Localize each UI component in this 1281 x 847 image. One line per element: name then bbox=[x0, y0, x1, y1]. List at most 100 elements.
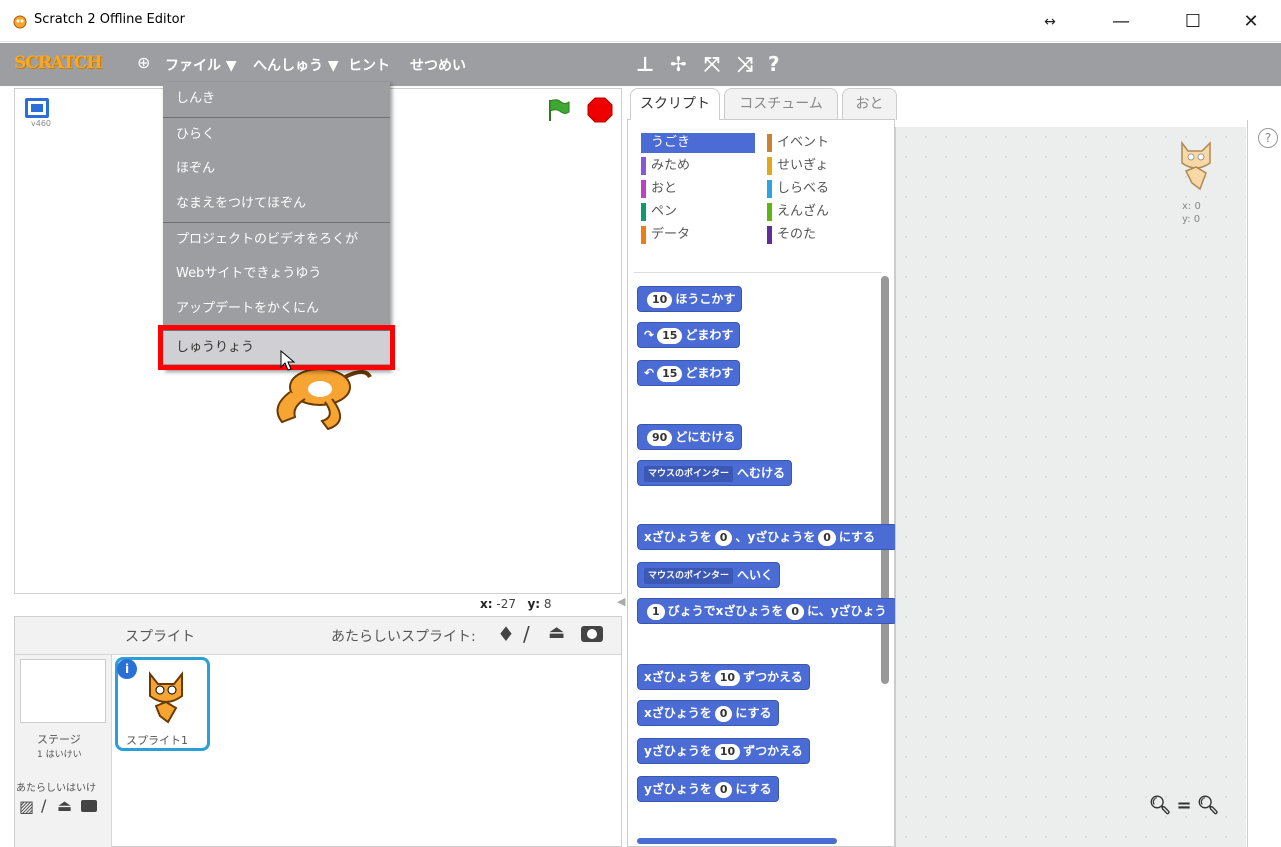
sprite-name: スプライト1 bbox=[126, 734, 188, 747]
menu-file[interactable]: ファイル ▼ bbox=[165, 55, 237, 75]
minimize-button[interactable]: — bbox=[1103, 8, 1139, 36]
help-sidebar: ? bbox=[1247, 120, 1281, 847]
zoom-out-button[interactable]: 🔍︎ bbox=[1148, 795, 1172, 817]
file-menu-item-4[interactable]: プロジェクトのビデオをろくが bbox=[163, 222, 390, 256]
stage-coordinates: x: -27 y: 8 bbox=[480, 597, 552, 611]
close-button[interactable]: ✕ bbox=[1233, 8, 1269, 36]
shrink-icon[interactable]: ⤨ bbox=[737, 52, 753, 76]
block-goto-xy[interactable]: xざひょうを 0 、yざひょうを 0 にする bbox=[637, 524, 897, 550]
sprite-y-readout: y: 0 bbox=[1182, 214, 1201, 225]
category-2[interactable]: みため bbox=[641, 156, 755, 176]
scripts-area[interactable]: x: 0 y: 0 🔍︎ = 🔍︎ bbox=[895, 127, 1246, 847]
category-label: えんざん bbox=[777, 204, 830, 219]
mouse-cursor-icon bbox=[280, 350, 296, 371]
menu-bar: SCRATCH ⊕ ファイル ▼ へんしゅう ▼ ヒント せつめい ⊥ ✢ ⤧ … bbox=[0, 43, 1281, 86]
block-partial[interactable] bbox=[637, 838, 837, 844]
coord-x-label: x: bbox=[480, 597, 493, 611]
green-flag-icon[interactable] bbox=[545, 97, 571, 123]
category-5[interactable]: しらべる bbox=[767, 179, 881, 199]
block-set-y[interactable]: yざひょうを 0 にする bbox=[637, 776, 779, 802]
coord-x-value: -27 bbox=[496, 597, 516, 611]
backdrop-library-icon[interactable]: ▨ bbox=[19, 797, 34, 816]
collapse-stage-arrow-icon[interactable]: ◀ bbox=[617, 595, 625, 608]
block-change-x[interactable]: xざひょうを 10 ずつかえる bbox=[637, 664, 810, 690]
file-menu-item-0[interactable]: しんき bbox=[163, 82, 390, 116]
menu-edit[interactable]: へんしゅう ▼ bbox=[253, 55, 339, 75]
help-icon[interactable]: ? bbox=[768, 52, 780, 76]
stage-thumbnail[interactable] bbox=[20, 659, 106, 723]
sprite-pane-header: スプライト あたらしいスプライト: ♦ / ⏏ bbox=[15, 617, 621, 655]
category-label: みため bbox=[651, 158, 691, 173]
category-label: ペン bbox=[651, 204, 678, 219]
zoom-reset-button[interactable]: = bbox=[1174, 795, 1194, 817]
file-menu-item-1[interactable]: ひらく bbox=[163, 117, 390, 151]
stop-sign-icon[interactable] bbox=[587, 97, 613, 123]
version-label: v460 bbox=[31, 119, 52, 128]
palette-divider bbox=[634, 272, 882, 273]
file-menu-item-3[interactable]: なまえをつけてほぞん bbox=[163, 187, 390, 221]
block-change-y[interactable]: yざひょうを 10 ずつかえる bbox=[637, 738, 810, 764]
camera-icon[interactable] bbox=[581, 626, 603, 642]
stage-column: ステージ 1 はいけい あたらしいはいけ ▨ / ⏏ bbox=[15, 655, 112, 847]
block-move-steps[interactable]: 10 ほうこかす bbox=[637, 286, 743, 312]
stage-backdrop-count: 1 はいけい bbox=[37, 750, 82, 760]
sprite-library-icon[interactable]: ♦ bbox=[497, 622, 515, 646]
window-title-bar: Scratch 2 Offline Editor ↔ — ☐ ✕ bbox=[0, 0, 1281, 42]
category-label: おと bbox=[651, 181, 678, 196]
file-menu-item-6[interactable]: アップデートをかくにん bbox=[163, 292, 390, 326]
zoom-in-button[interactable]: 🔍︎ bbox=[1196, 795, 1220, 817]
category-7[interactable]: えんざん bbox=[767, 202, 881, 222]
menu-about[interactable]: せつめい bbox=[410, 55, 466, 75]
sprite-pane-title: スプライト bbox=[125, 629, 195, 645]
menu-hint[interactable]: ヒント bbox=[348, 55, 390, 75]
category-9[interactable]: そのた bbox=[767, 225, 881, 245]
backdrop-paint-icon[interactable]: / bbox=[41, 796, 46, 815]
category-1[interactable]: イベント bbox=[767, 133, 881, 153]
resize-arrow-icon: ↔ bbox=[1044, 14, 1056, 30]
paint-brush-icon[interactable]: / bbox=[523, 622, 530, 646]
sprite-thumbnail-selected[interactable]: i スプライト1 bbox=[115, 657, 210, 751]
presentation-mode-icon[interactable] bbox=[25, 98, 49, 118]
file-menu-item-2[interactable]: ほぞん bbox=[163, 152, 390, 186]
maximize-button[interactable]: ☐ bbox=[1175, 8, 1211, 36]
upload-icon[interactable]: ⏏ bbox=[548, 622, 565, 643]
block-turn-right[interactable]: ↷ 15 どまわす bbox=[637, 322, 741, 348]
duplicate-icon[interactable]: ⊥ bbox=[636, 52, 654, 76]
category-0[interactable]: うごき bbox=[641, 133, 755, 153]
category-label: イベント bbox=[777, 135, 830, 150]
info-icon[interactable]: i bbox=[117, 659, 137, 679]
block-point-towards[interactable]: マウスのポインター へむける bbox=[637, 460, 793, 486]
block-palette: うごき イベントみため せいぎょおと しらべるペン えんざんデータ そのた 10 ほうこかす… bbox=[627, 119, 897, 847]
help-icon[interactable]: ? bbox=[1258, 128, 1278, 148]
stage-label: ステージ bbox=[37, 733, 81, 746]
window-title: Scratch 2 Offline Editor bbox=[34, 12, 185, 27]
sprite-preview-icon bbox=[1181, 140, 1211, 191]
block-set-x[interactable]: xざひょうを 0 にする bbox=[637, 700, 779, 726]
coord-y-value: 8 bbox=[543, 597, 552, 611]
block-turn-left[interactable]: ↶ 15 どまわす bbox=[637, 360, 741, 386]
tab-costumes[interactable]: コスチューム bbox=[724, 88, 838, 120]
category-4[interactable]: おと bbox=[641, 179, 755, 199]
delete-icon[interactable]: ✢ bbox=[670, 52, 687, 76]
grow-icon[interactable]: ⤧ bbox=[704, 52, 720, 76]
scratch-logo[interactable]: SCRATCH bbox=[14, 53, 102, 73]
block-glide[interactable]: 1 びょうでxざひょうを 0 に、yざひょう bbox=[637, 598, 897, 624]
block-point-direction[interactable]: 90 どにむける bbox=[637, 424, 743, 450]
file-menu-item-5[interactable]: Webサイトできょうゆう bbox=[163, 257, 390, 291]
backdrop-upload-icon[interactable]: ⏏ bbox=[57, 796, 72, 815]
coord-y-label: y: bbox=[527, 597, 541, 611]
category-8[interactable]: データ bbox=[641, 225, 755, 245]
category-label: データ bbox=[651, 227, 691, 242]
category-3[interactable]: せいぎょ bbox=[767, 156, 881, 176]
block-goto-mouse[interactable]: マウスのポインター へいく bbox=[637, 562, 781, 588]
backdrop-camera-icon[interactable] bbox=[81, 800, 97, 812]
category-label: そのた bbox=[777, 227, 817, 242]
tab-sounds[interactable]: おと bbox=[842, 88, 897, 120]
sprite-pane: スプライト あたらしいスプライト: ♦ / ⏏ ステージ 1 はいけい あたらし… bbox=[14, 616, 622, 847]
category-label: うごき bbox=[651, 135, 691, 150]
category-6[interactable]: ペン bbox=[641, 202, 755, 222]
scratch-app-icon bbox=[13, 15, 27, 29]
category-label: しらべる bbox=[777, 181, 830, 196]
tab-scripts[interactable]: スクリプト bbox=[630, 88, 720, 120]
language-globe-icon[interactable]: ⊕ bbox=[137, 53, 150, 72]
